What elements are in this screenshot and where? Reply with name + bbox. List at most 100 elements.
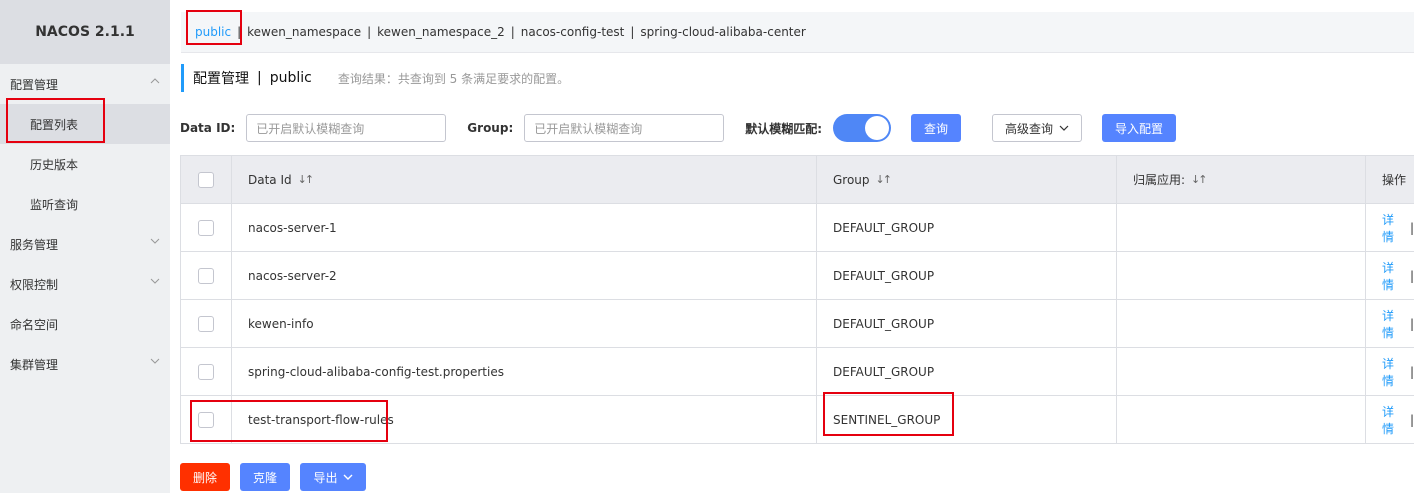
sidebar-item-label: 监听查询: [30, 197, 79, 212]
namespace-tab-kewen-namespace-2[interactable]: kewen_namespace_2: [377, 25, 505, 39]
table-row: nacos-server-1 DEFAULT_GROUP 详情 |: [180, 204, 1414, 252]
table-row: test-transport-flow-rules SENTINEL_GROUP…: [180, 396, 1414, 444]
toggle-knob: [865, 116, 890, 140]
table-header-row: Data Id ↓↑ Group ↓↑ 归属应用: ↓↑ 操作: [180, 156, 1414, 204]
import-config-button[interactable]: 导入配置: [1102, 114, 1177, 142]
header-dataid-label: Data Id: [248, 172, 292, 187]
advanced-query-label: 高级查询: [1005, 121, 1054, 136]
fuzzy-match-toggle[interactable]: [833, 114, 892, 142]
header-app[interactable]: 归属应用: ↓↑: [1116, 156, 1365, 203]
row-checkbox-cell: [180, 204, 231, 251]
namespace-separator: |: [630, 25, 635, 39]
namespace-separator: |: [510, 25, 515, 39]
cell-app: [1116, 348, 1365, 395]
namespace-bar: public | kewen_namespace | kewen_namespa…: [181, 12, 1414, 53]
row-checkbox[interactable]: [198, 267, 214, 284]
chevron-down-icon: [1059, 125, 1069, 131]
cell-dataid: test-transport-flow-rules: [231, 396, 816, 443]
title-separator: |: [257, 70, 262, 86]
cell-group: SENTINEL_GROUP: [816, 396, 1116, 443]
export-button[interactable]: 导出: [300, 463, 366, 491]
chevron-down-icon: [150, 358, 160, 364]
sort-icon[interactable]: ↓↑: [876, 173, 893, 186]
sidebar-item-config-list[interactable]: 配置列表: [0, 104, 170, 144]
row-checkbox[interactable]: [198, 411, 214, 428]
row-checkbox[interactable]: [198, 219, 214, 236]
header-dataid[interactable]: Data Id ↓↑: [231, 156, 816, 203]
row-checkbox[interactable]: [198, 315, 214, 332]
group-search-input[interactable]: 已开启默认模糊查询: [524, 114, 725, 142]
row-checkbox-cell: [180, 348, 231, 395]
group-label: Group:: [467, 121, 514, 135]
cell-ops: 详情 |: [1365, 396, 1414, 443]
menu-cluster-management[interactable]: 集群管理: [0, 344, 170, 384]
menu-group-label: 权限控制: [10, 277, 59, 292]
detail-link[interactable]: 详情: [1382, 355, 1406, 389]
select-all-checkbox[interactable]: [198, 171, 214, 188]
row-checkbox-cell: [180, 252, 231, 299]
chevron-down-icon: [343, 474, 352, 480]
cell-group: DEFAULT_GROUP: [816, 348, 1116, 395]
config-table: Data Id ↓↑ Group ↓↑ 归属应用: ↓↑ 操作 nacos-se…: [180, 155, 1414, 444]
chevron-down-icon: [150, 278, 160, 284]
cell-app: [1116, 252, 1365, 299]
namespace-separator: |: [237, 25, 242, 39]
header-checkbox-cell: [180, 156, 231, 203]
chevron-down-icon: [150, 238, 160, 244]
table-row: nacos-server-2 DEFAULT_GROUP 详情 |: [180, 252, 1414, 300]
detail-link[interactable]: 详情: [1382, 403, 1406, 437]
query-button[interactable]: 查询: [911, 114, 962, 142]
menu-group-label: 配置管理: [10, 77, 59, 92]
cell-dataid: kewen-info: [231, 300, 816, 347]
advanced-query-button[interactable]: 高级查询: [992, 114, 1083, 142]
sort-icon[interactable]: ↓↑: [298, 173, 315, 186]
cell-group: DEFAULT_GROUP: [816, 252, 1116, 299]
query-result-info: 查询结果：共查询到 5 条满足要求的配置。: [337, 71, 570, 86]
header-ops-label: 操作: [1382, 173, 1407, 187]
sidebar: NACOS 2.1.1 配置管理 配置列表 历史版本 监听查询 服务管理 权限控…: [0, 0, 170, 493]
detail-link[interactable]: 详情: [1382, 259, 1406, 293]
sidebar-item-history[interactable]: 历史版本: [0, 144, 170, 184]
sort-icon[interactable]: ↓↑: [1191, 173, 1208, 186]
namespace-tab-public[interactable]: public: [195, 25, 231, 39]
header-app-label: 归属应用:: [1133, 173, 1186, 187]
cell-app: [1116, 300, 1365, 347]
chevron-up-icon: [150, 78, 160, 84]
row-checkbox-cell: [180, 300, 231, 347]
cell-ops: 详情 |: [1365, 300, 1414, 347]
cell-app: [1116, 396, 1365, 443]
detail-link[interactable]: 详情: [1382, 307, 1406, 341]
bulk-actions: 删除 克隆 导出: [180, 463, 366, 491]
header-group[interactable]: Group ↓↑: [816, 156, 1116, 203]
menu-access-control[interactable]: 权限控制: [0, 264, 170, 304]
header-group-label: Group: [833, 172, 870, 187]
menu-config-management[interactable]: 配置管理: [0, 64, 170, 104]
menu-namespace[interactable]: 命名空间: [0, 304, 170, 344]
sidebar-item-label: 历史版本: [30, 157, 79, 172]
cell-app: [1116, 204, 1365, 251]
row-checkbox[interactable]: [198, 363, 214, 380]
dataid-search-input[interactable]: 已开启默认模糊查询: [246, 114, 447, 142]
namespace-tab-nacos-config-test[interactable]: nacos-config-test: [521, 25, 625, 39]
ops-separator: |: [1409, 364, 1414, 379]
fuzzy-match-label: 默认模糊匹配:: [745, 121, 823, 136]
header-ops: 操作: [1365, 156, 1414, 203]
cell-dataid: nacos-server-2: [231, 252, 816, 299]
namespace-tab-kewen-namespace[interactable]: kewen_namespace: [247, 25, 361, 39]
ops-separator: |: [1409, 316, 1414, 331]
clone-button[interactable]: 克隆: [240, 463, 290, 491]
namespace-tab-spring-cloud-alibaba-center[interactable]: spring-cloud-alibaba-center: [640, 25, 805, 39]
sidebar-item-listener-query[interactable]: 监听查询: [0, 184, 170, 224]
dataid-label: Data ID:: [180, 121, 236, 135]
delete-button[interactable]: 删除: [180, 463, 230, 491]
detail-link[interactable]: 详情: [1382, 211, 1406, 245]
cell-group: DEFAULT_GROUP: [816, 300, 1116, 347]
row-checkbox-cell: [180, 396, 231, 443]
cell-group: DEFAULT_GROUP: [816, 204, 1116, 251]
ops-separator: |: [1409, 268, 1414, 283]
menu-service-management[interactable]: 服务管理: [0, 224, 170, 264]
cell-ops: 详情 |: [1365, 204, 1414, 251]
ops-separator: |: [1409, 220, 1414, 235]
namespace-separator: |: [367, 25, 372, 39]
table-row: spring-cloud-alibaba-config-test.propert…: [180, 348, 1414, 396]
